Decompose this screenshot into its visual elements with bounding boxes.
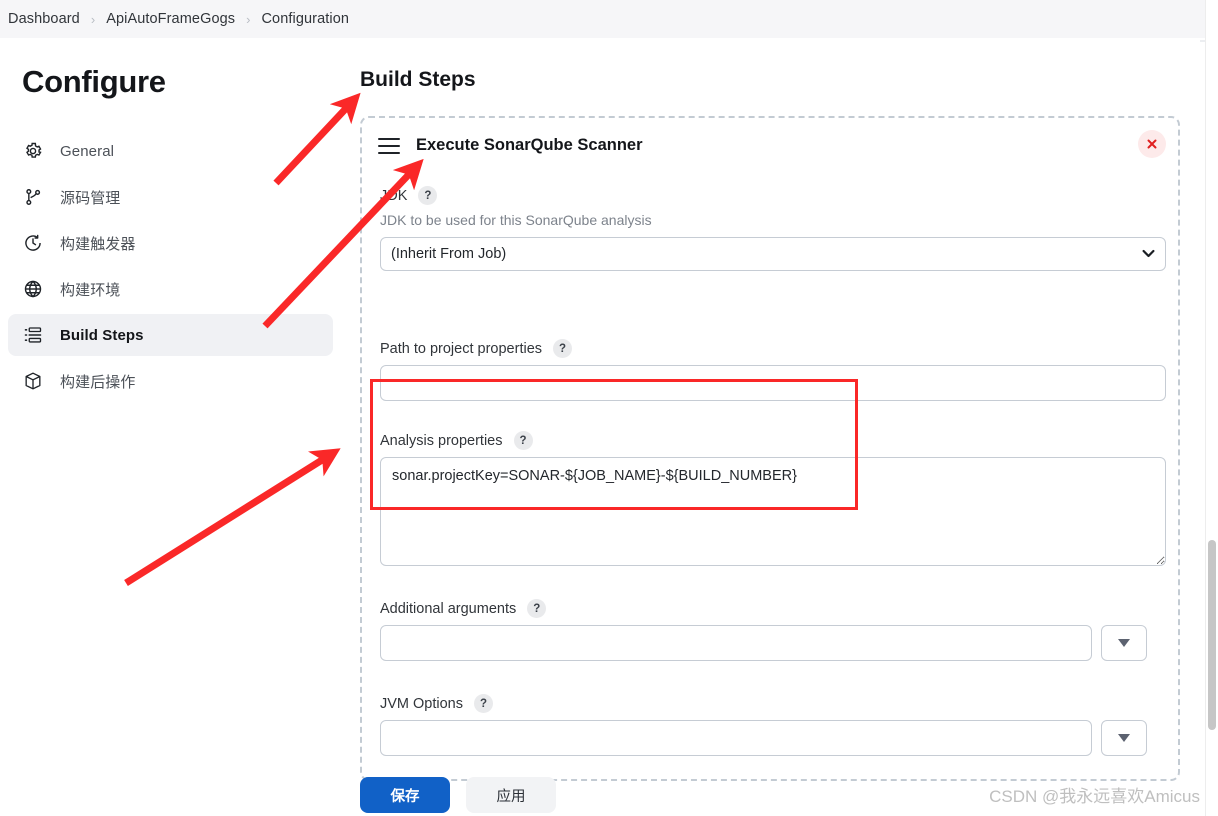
build-step-panel: Execute SonarQube Scanner JDK ? JDK to b…	[360, 116, 1180, 781]
sidebar-item-label: 源码管理	[60, 189, 121, 207]
field-jdk: JDK ? JDK to be used for this SonarQube …	[380, 186, 1166, 271]
jvm-options-dropdown-button[interactable]	[1101, 720, 1147, 756]
help-icon[interactable]: ?	[418, 186, 438, 205]
field-jvm-options: JVM Options ?	[380, 694, 1166, 756]
sidebar-item-label: Build Steps	[60, 326, 144, 344]
breadcrumb-item-dashboard[interactable]: Dashboard	[8, 11, 80, 27]
field-label-jdk: JDK ?	[380, 186, 1166, 205]
field-path-to-project-properties: Path to project properties ?	[380, 339, 1166, 401]
field-label-jvm-options: JVM Options ?	[380, 694, 1166, 713]
sidebar-item-label: 构建环境	[60, 281, 121, 299]
vertical-scrollbar-thumb[interactable]	[1208, 540, 1216, 730]
git-branch-icon	[22, 186, 44, 208]
breadcrumb-bar: Dashboard › ApiAutoFrameGogs › Configura…	[0, 0, 1218, 38]
list-icon	[22, 324, 44, 346]
section-title: Build Steps	[360, 68, 476, 91]
jdk-select[interactable]: (Inherit From Job)	[380, 237, 1166, 271]
sidebar-item-general[interactable]: General	[8, 130, 333, 172]
sidebar: Configure General 源码管理 构建触发器 构建环境 Build …	[0, 38, 345, 816]
gear-icon	[22, 140, 44, 162]
help-icon[interactable]: ?	[553, 339, 573, 358]
globe-icon	[22, 278, 44, 300]
form-actions: 保存 应用	[360, 777, 556, 813]
vertical-scrollbar-track[interactable]	[1205, 0, 1218, 816]
sidebar-item-build-environment[interactable]: 构建环境	[8, 268, 333, 310]
page-title: Configure	[22, 64, 166, 99]
breadcrumb-item-configuration[interactable]: Configuration	[261, 11, 349, 27]
field-label-analysis-properties: Analysis properties ?	[380, 431, 1166, 450]
field-label-additional-arguments: Additional arguments ?	[380, 599, 1166, 618]
caret-down-icon	[1118, 734, 1130, 742]
breadcrumb-item-project[interactable]: ApiAutoFrameGogs	[106, 11, 235, 27]
close-button[interactable]	[1138, 130, 1166, 158]
jvm-options-input[interactable]	[380, 720, 1092, 756]
save-button[interactable]: 保存	[360, 777, 450, 813]
sidebar-nav: General 源码管理 构建触发器 构建环境 Build Steps 构建后操…	[8, 130, 333, 406]
help-icon[interactable]: ?	[513, 431, 533, 450]
main-content: Build Steps Execute SonarQube Scanner JD…	[345, 38, 1200, 816]
breadcrumb-separator: ›	[90, 11, 96, 27]
path-to-project-properties-input[interactable]	[380, 365, 1166, 401]
watermark: CSDN @我永远喜欢Amicus	[989, 787, 1200, 806]
breadcrumb-separator: ›	[246, 11, 251, 27]
help-icon[interactable]: ?	[527, 599, 547, 618]
help-icon[interactable]: ?	[474, 694, 493, 713]
sidebar-item-build-steps[interactable]: Build Steps	[8, 314, 333, 356]
field-additional-arguments: Additional arguments ?	[380, 599, 1166, 661]
package-icon	[22, 370, 44, 392]
sidebar-item-post-build-actions[interactable]: 构建后操作	[8, 360, 333, 402]
additional-arguments-dropdown-button[interactable]	[1101, 625, 1147, 661]
clock-icon	[22, 232, 44, 254]
hamburger-drag-icon[interactable]	[378, 137, 400, 154]
apply-button[interactable]: 应用	[466, 777, 556, 813]
field-label-path-properties: Path to project properties ?	[380, 339, 1166, 358]
field-description-jdk: JDK to be used for this SonarQube analys…	[380, 212, 652, 228]
sidebar-item-source-code-management[interactable]: 源码管理	[8, 176, 333, 218]
close-icon	[1146, 138, 1158, 150]
sidebar-item-label: 构建触发器	[60, 235, 136, 253]
caret-down-icon	[1118, 639, 1130, 647]
sidebar-item-label: General	[60, 142, 115, 160]
analysis-properties-textarea[interactable]	[380, 457, 1166, 566]
build-step-header: Execute SonarQube Scanner	[378, 136, 643, 155]
sidebar-item-label: 构建后操作	[60, 373, 136, 391]
additional-arguments-input[interactable]	[380, 625, 1092, 661]
field-analysis-properties: Analysis properties ?	[380, 431, 1166, 571]
sidebar-item-build-triggers[interactable]: 构建触发器	[8, 222, 333, 264]
build-step-title: Execute SonarQube Scanner	[416, 136, 643, 154]
